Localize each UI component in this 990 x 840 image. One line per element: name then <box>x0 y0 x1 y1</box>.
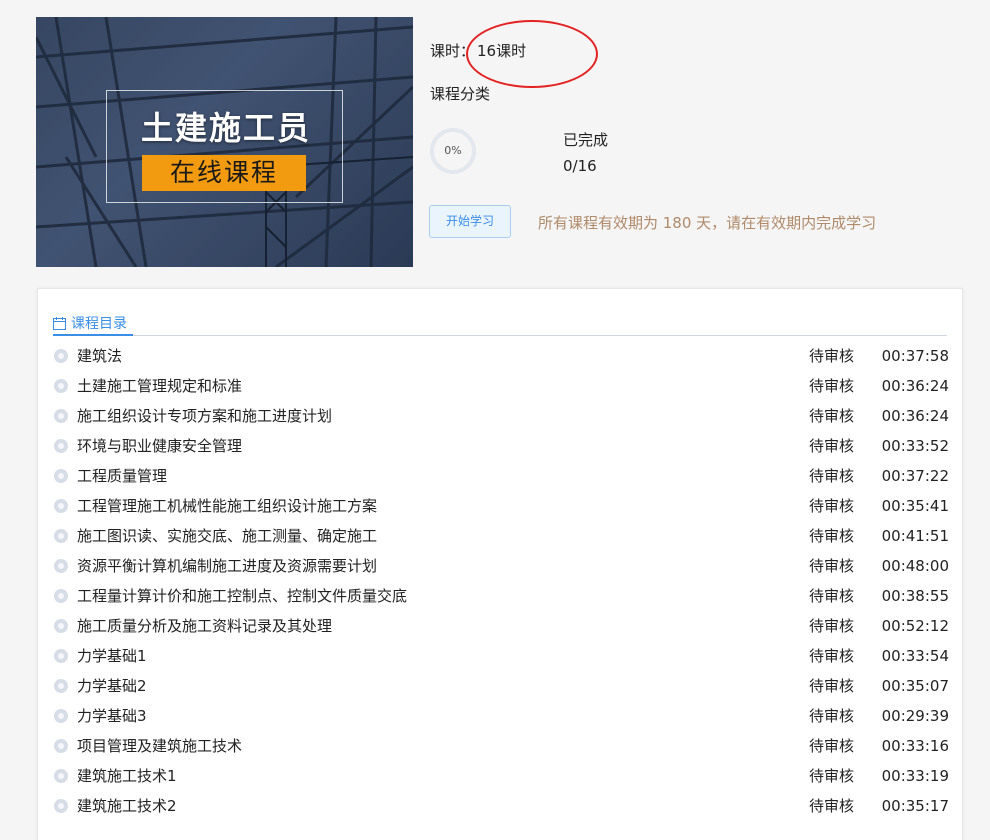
lesson-duration: 00:33:19 <box>881 767 949 785</box>
lesson-title: 工程管理施工机械性能施工组织设计施工方案 <box>77 497 378 515</box>
lesson-duration: 00:36:24 <box>881 407 949 425</box>
lesson-row[interactable]: 力学基础2 待审核 00:35:07 <box>53 671 949 701</box>
lesson-duration: 00:36:24 <box>881 377 949 395</box>
lesson-duration: 00:33:54 <box>881 647 949 665</box>
lesson-status: 待审核 <box>809 617 855 635</box>
lesson-row[interactable]: 建筑施工技术1 待审核 00:33:19 <box>53 761 949 791</box>
banner-title: 土建施工员 <box>140 109 311 147</box>
lesson-duration: 00:33:52 <box>881 437 949 455</box>
lesson-row[interactable]: 建筑法 待审核 00:37:58 <box>53 341 949 371</box>
progress-percent: 0% <box>444 144 462 157</box>
lesson-duration: 00:37:22 <box>881 467 949 485</box>
lesson-status: 待审核 <box>809 557 855 575</box>
lesson-duration: 00:35:41 <box>881 497 949 515</box>
lesson-status-dot-icon <box>54 649 68 663</box>
lesson-row[interactable]: 施工组织设计专项方案和施工进度计划 待审核 00:36:24 <box>53 401 949 431</box>
tab-label: 课程目录 <box>71 316 127 332</box>
lesson-status: 待审核 <box>809 587 855 605</box>
red-annotation-circle <box>466 20 598 88</box>
lesson-row[interactable]: 工程管理施工机械性能施工组织设计施工方案 待审核 00:35:41 <box>53 491 949 521</box>
lesson-row[interactable]: 工程量计算计价和施工控制点、控制文件质量交底 待审核 00:38:55 <box>53 581 949 611</box>
lesson-status: 待审核 <box>809 377 855 395</box>
lesson-status-dot-icon <box>54 769 68 783</box>
lesson-status-dot-icon <box>54 469 68 483</box>
tab-course-catalog[interactable]: 课程目录 <box>53 311 127 335</box>
lesson-duration: 00:48:00 <box>881 557 949 575</box>
lesson-row[interactable]: 建筑施工技术2 待审核 00:35:17 <box>53 791 949 821</box>
lesson-status: 待审核 <box>809 527 855 545</box>
lesson-row[interactable]: 力学基础3 待审核 00:29:39 <box>53 701 949 731</box>
lesson-duration: 00:38:55 <box>881 587 949 605</box>
lesson-duration: 00:29:39 <box>881 707 949 725</box>
lesson-status: 待审核 <box>809 767 855 785</box>
lesson-title: 建筑施工技术2 <box>77 797 177 815</box>
lesson-status: 待审核 <box>809 497 855 515</box>
lesson-title: 力学基础2 <box>77 677 147 695</box>
lesson-list: 建筑法 待审核 00:37:58 土建施工管理规定和标准 待审核 00:36:24 施工组织… <box>53 341 949 821</box>
lesson-status: 待审核 <box>809 797 855 815</box>
lesson-status-dot-icon <box>54 679 68 693</box>
lesson-title: 施工质量分析及施工资料记录及其处理 <box>77 617 333 635</box>
lesson-status: 待审核 <box>809 347 855 365</box>
lesson-status-dot-icon <box>54 499 68 513</box>
lesson-title: 力学基础1 <box>77 647 147 665</box>
lesson-status-dot-icon <box>54 709 68 723</box>
lesson-status: 待审核 <box>809 437 855 455</box>
lesson-duration: 00:35:07 <box>881 677 949 695</box>
lesson-status: 待审核 <box>809 467 855 485</box>
lesson-title: 资源平衡计算机编制施工进度及资源需要计划 <box>77 557 378 575</box>
lesson-row[interactable]: 资源平衡计算机编制施工进度及资源需要计划 待审核 00:48:00 <box>53 551 949 581</box>
lesson-status: 待审核 <box>809 707 855 725</box>
banner-subtitle: 在线课程 <box>142 155 306 191</box>
course-banner-image: 土建施工员 在线课程 <box>36 17 413 267</box>
lesson-title: 项目管理及建筑施工技术 <box>77 737 243 755</box>
lesson-duration: 00:35:17 <box>881 797 949 815</box>
lesson-row[interactable]: 施工质量分析及施工资料记录及其处理 待审核 00:52:12 <box>53 611 949 641</box>
lesson-row[interactable]: 施工图识读、实施交底、施工测量、确定施工 待审核 00:41:51 <box>53 521 949 551</box>
lesson-title: 工程质量管理 <box>77 467 168 485</box>
lesson-title: 工程量计算计价和施工控制点、控制文件质量交底 <box>77 587 408 605</box>
lesson-row[interactable]: 工程质量管理 待审核 00:37:22 <box>53 461 949 491</box>
lesson-status-dot-icon <box>54 589 68 603</box>
tab-active-indicator <box>53 334 133 336</box>
lesson-status: 待审核 <box>809 647 855 665</box>
lesson-row[interactable]: 土建施工管理规定和标准 待审核 00:36:24 <box>53 371 949 401</box>
lesson-title: 施工图识读、实施交底、施工测量、确定施工 <box>77 527 378 545</box>
lesson-duration: 00:37:58 <box>881 347 949 365</box>
lesson-duration: 00:41:51 <box>881 527 949 545</box>
lesson-status-dot-icon <box>54 799 68 813</box>
tab-divider <box>53 335 947 336</box>
lesson-status-dot-icon <box>54 739 68 753</box>
lesson-status: 待审核 <box>809 407 855 425</box>
lesson-status-dot-icon <box>54 559 68 573</box>
lesson-duration: 00:33:16 <box>881 737 949 755</box>
lesson-title: 环境与职业健康安全管理 <box>77 437 243 455</box>
lesson-status: 待审核 <box>809 737 855 755</box>
lesson-status-dot-icon <box>54 439 68 453</box>
lesson-duration: 00:52:12 <box>881 617 949 635</box>
completed-count: 0/16 <box>563 157 597 175</box>
lesson-row[interactable]: 项目管理及建筑施工技术 待审核 00:33:16 <box>53 731 949 761</box>
course-page: 土建施工员 在线课程 课时： 16课时 课程分类 0% 已完成 0/16 开始学习… <box>0 0 990 840</box>
completed-label: 已完成 <box>563 131 609 149</box>
catalog-card: 课程目录 建筑法 待审核 00:37:58 土建施工管理规定和标准 待审核 00:36:2… <box>37 288 963 840</box>
lesson-title: 建筑施工技术1 <box>77 767 177 785</box>
lesson-status-dot-icon <box>54 349 68 363</box>
validity-notice: 所有课程有效期为 180 天，请在有效期内完成学习 <box>538 214 877 232</box>
lesson-status-dot-icon <box>54 529 68 543</box>
course-category-label: 课程分类 <box>430 85 491 103</box>
lesson-row[interactable]: 环境与职业健康安全管理 待审核 00:33:52 <box>53 431 949 461</box>
lesson-status-dot-icon <box>54 379 68 393</box>
lesson-title: 力学基础3 <box>77 707 147 725</box>
lesson-title: 建筑法 <box>77 347 123 365</box>
lesson-status-dot-icon <box>54 409 68 423</box>
start-learning-button[interactable]: 开始学习 <box>429 205 511 238</box>
lesson-row[interactable]: 力学基础1 待审核 00:33:54 <box>53 641 949 671</box>
lesson-title: 土建施工管理规定和标准 <box>77 377 243 395</box>
calendar-icon <box>53 316 66 330</box>
lesson-status-dot-icon <box>54 619 68 633</box>
lesson-title: 施工组织设计专项方案和施工进度计划 <box>77 407 333 425</box>
lesson-status: 待审核 <box>809 677 855 695</box>
